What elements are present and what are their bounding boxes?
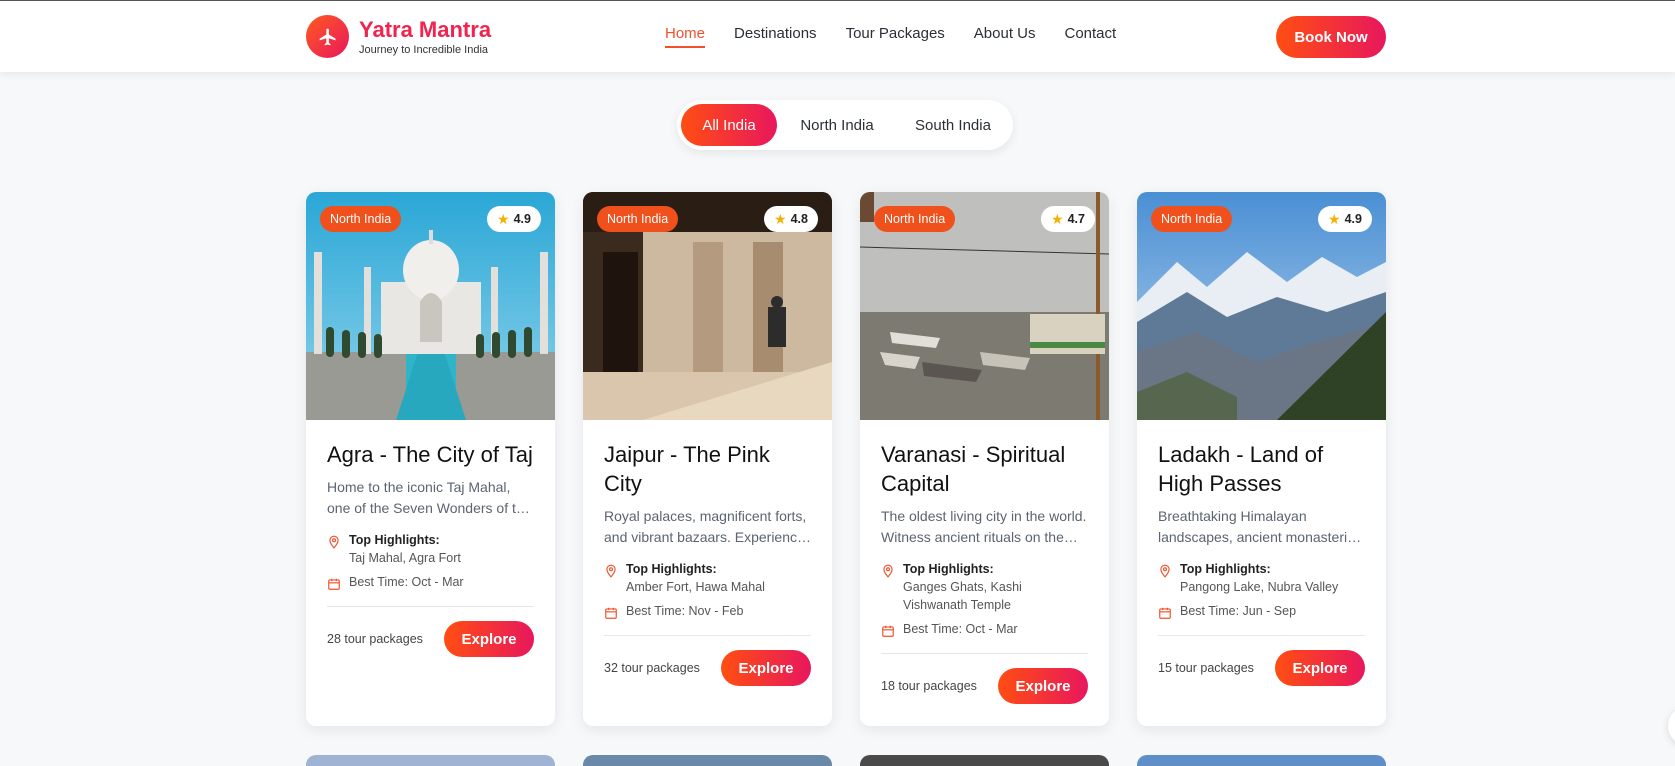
brand-logo[interactable]: Yatra Mantra Journey to Incredible India: [306, 15, 491, 58]
card-title: Varanasi - Spiritual Capital: [881, 442, 1066, 496]
next-card-peek: [860, 755, 1109, 766]
explore-button[interactable]: Explore: [1275, 650, 1365, 686]
region-filter: All India North India South India: [677, 100, 1013, 150]
calendar-icon: [882, 625, 894, 637]
main-nav: Home Destinations Tour Packages About Us…: [665, 25, 1145, 48]
rating-badge: ★ 4.9: [487, 206, 541, 232]
card-description: Royal palaces, magnificent forts, and vi…: [604, 508, 807, 545]
highlights-value: Taj Mahal, Agra Fort: [349, 551, 461, 565]
destination-card[interactable]: North India ★ 4.9 Ladakh - Land of High …: [1137, 192, 1386, 726]
package-count: 15 tour packages: [1158, 661, 1254, 675]
card-description: Home to the iconic Taj Mahal, one of the…: [327, 479, 532, 516]
divider: [881, 653, 1088, 654]
card-title: Ladakh - Land of High Passes: [1158, 442, 1324, 496]
rating-badge: ★ 4.8: [764, 206, 818, 232]
package-count: 18 tour packages: [881, 679, 977, 693]
destination-card[interactable]: North India ★ 4.9 Agra - The City of Taj…: [306, 192, 555, 726]
divider: [327, 606, 534, 607]
destination-card[interactable]: North India ★ 4.7 Varanasi - Spiritual C…: [860, 192, 1109, 726]
location-pin-icon: [606, 564, 616, 578]
best-time: Best Time: Nov - Feb: [626, 604, 744, 618]
region-badge: North India: [320, 206, 402, 232]
location-pin-icon: [329, 535, 339, 549]
nav-about-us[interactable]: About Us: [974, 25, 1036, 48]
next-card-peek: [1137, 755, 1386, 766]
brand-title: Yatra Mantra: [359, 16, 492, 42]
filter-all-india[interactable]: All India: [681, 104, 777, 146]
explore-button[interactable]: Explore: [444, 621, 534, 657]
divider: [1158, 635, 1365, 636]
star-icon: ★: [774, 210, 787, 227]
explore-button[interactable]: Explore: [998, 668, 1088, 704]
highlights-label: Top Highlights:: [1180, 562, 1271, 576]
location-pin-icon: [883, 564, 893, 578]
rating-badge: ★ 4.7: [1041, 206, 1095, 232]
rating-value: 4.8: [790, 212, 808, 226]
rating-value: 4.9: [1344, 212, 1362, 226]
star-icon: ★: [497, 210, 510, 227]
card-description: Breathtaking Himalayan landscapes, ancie…: [1158, 508, 1362, 545]
highlights-label: Top Highlights:: [349, 533, 440, 547]
package-count: 28 tour packages: [327, 632, 423, 646]
highlights-value: Amber Fort, Hawa Mahal: [626, 580, 765, 594]
calendar-icon: [605, 607, 617, 619]
divider: [604, 635, 811, 636]
location-pin-icon: [1160, 564, 1170, 578]
plane-icon: [306, 15, 349, 58]
highlights-value: Pangong Lake, Nubra Valley: [1180, 580, 1339, 594]
nav-destinations[interactable]: Destinations: [734, 25, 817, 48]
filter-north-india[interactable]: North India: [777, 104, 897, 146]
star-icon: ★: [1051, 210, 1064, 227]
best-time: Best Time: Oct - Mar: [349, 575, 464, 589]
next-card-peek: [583, 755, 832, 766]
nav-contact[interactable]: Contact: [1065, 25, 1117, 48]
card-description: The oldest living city in the world. Wit…: [881, 508, 1087, 545]
calendar-icon: [1159, 607, 1171, 619]
explore-button[interactable]: Explore: [721, 650, 811, 686]
next-card-peek: [306, 755, 555, 766]
book-now-button[interactable]: Book Now: [1276, 16, 1386, 58]
best-time: Best Time: Oct - Mar: [903, 622, 1018, 636]
region-badge: North India: [1151, 206, 1233, 232]
star-icon: ★: [1328, 210, 1341, 227]
rating-badge: ★ 4.9: [1318, 206, 1372, 232]
card-title: Agra - The City of Taj: [327, 442, 533, 467]
region-badge: North India: [874, 206, 956, 232]
highlights-label: Top Highlights:: [903, 562, 994, 576]
card-title: Jaipur - The Pink City: [604, 442, 770, 496]
filter-south-india[interactable]: South India: [897, 104, 1009, 146]
region-badge: North India: [597, 206, 679, 232]
best-time: Best Time: Jun - Sep: [1180, 604, 1297, 618]
scroll-to-top-button[interactable]: [1668, 706, 1675, 746]
highlights-label: Top Highlights:: [626, 562, 717, 576]
site-header: Yatra Mantra Journey to Incredible India…: [0, 0, 1675, 72]
calendar-icon: [328, 578, 340, 590]
nav-tour-packages[interactable]: Tour Packages: [846, 25, 945, 48]
brand-subtitle: Journey to Incredible India: [359, 43, 489, 56]
rating-value: 4.7: [1067, 212, 1085, 226]
rating-value: 4.9: [513, 212, 531, 226]
highlights-value: Ganges Ghats, Kashi Vishwanath Temple: [903, 580, 1022, 612]
destination-card[interactable]: North India ★ 4.8 Jaipur - The Pink City…: [583, 192, 832, 726]
package-count: 32 tour packages: [604, 661, 700, 675]
nav-home[interactable]: Home: [665, 25, 706, 48]
